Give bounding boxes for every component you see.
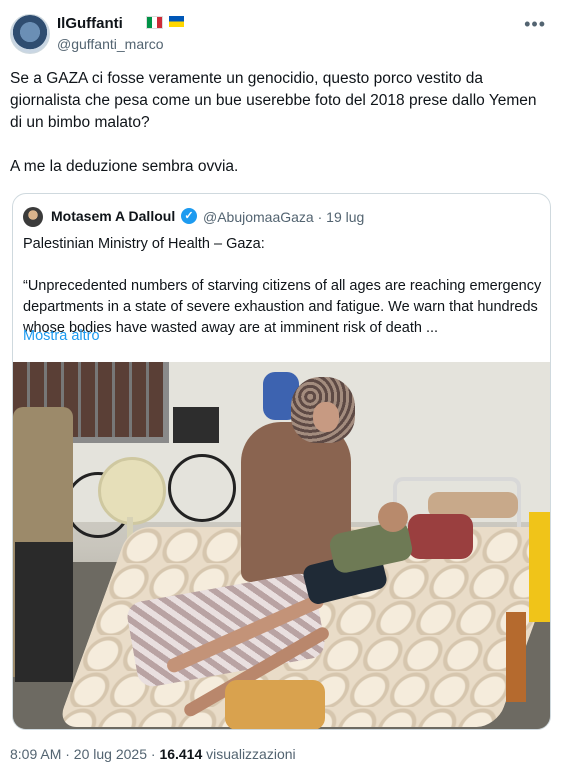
photo-bag (225, 680, 325, 729)
photo-woman-face (313, 402, 339, 432)
author-avatar[interactable] (10, 14, 50, 54)
views-label: visualizzazioni (202, 746, 296, 762)
verified-badge-icon: ✓ (181, 208, 197, 224)
tweet-meta: 8:09 AM · 20 lug 2025 · 16.414 visualizz… (10, 746, 296, 762)
show-more-link[interactable]: Mostra altro (23, 328, 100, 344)
photo-bicycle-wheel (168, 454, 236, 522)
tweet-header: IlGuffanti @guffanti_marco ••• (10, 12, 550, 56)
photo-crate (173, 407, 219, 443)
tweet-text: Se a GAZA ci fosse veramente un genocidi… (10, 70, 537, 175)
photo-child-head (378, 502, 408, 532)
tweet-photo[interactable] (13, 362, 550, 729)
italy-flag-icon (146, 16, 163, 29)
author-flags (146, 16, 190, 29)
quoted-author-avatar[interactable] (23, 207, 43, 227)
author-name[interactable]: IlGuffanti (57, 15, 123, 32)
photo-wooden-chair (506, 612, 526, 702)
photo-fan (98, 457, 166, 525)
quoted-tweet-text: Palestinian Ministry of Health – Gaza: “… (23, 236, 542, 336)
author-handle[interactable]: @guffanti_marco (57, 36, 164, 52)
quoted-tweet[interactable]: Motasem A Dalloul ✓ @AbujomaaGaza · 19 l… (12, 193, 551, 730)
quoted-author-name[interactable]: Motasem A Dalloul (51, 208, 175, 224)
ukraine-flag-icon (169, 16, 184, 27)
photo-standing-person-legs (15, 542, 73, 682)
photo-pillow-red (408, 514, 473, 559)
tweet-timestamp[interactable]: 8:09 AM · 20 lug 2025 · (10, 746, 159, 762)
views-count: 16.414 (159, 746, 203, 762)
photo-yellow-bin (529, 512, 550, 622)
more-options-icon[interactable]: ••• (524, 14, 546, 35)
quoted-handle-time[interactable]: @AbujomaaGaza · 19 lug (203, 209, 364, 225)
